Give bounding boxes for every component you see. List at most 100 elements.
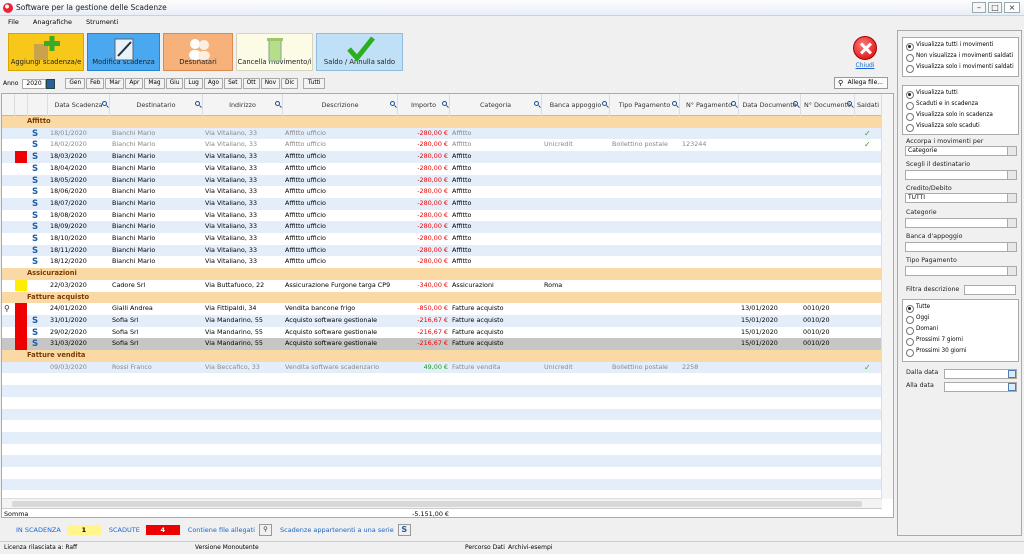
month-button-mag[interactable]: Mag — [144, 78, 165, 89]
due-filter-radio-0[interactable]: Visualizza tutti — [903, 88, 1018, 99]
month-button-giu[interactable]: Giu — [165, 78, 184, 89]
bank-select[interactable] — [905, 242, 1017, 252]
delete-button[interactable]: Cancella movimento/i — [236, 33, 313, 71]
attach-file-button[interactable]: ⚲ Allega file... — [834, 77, 888, 89]
period-radio-2[interactable]: Domani — [903, 324, 1018, 335]
search-icon[interactable] — [275, 101, 280, 106]
group-select[interactable]: Categorie — [905, 146, 1017, 156]
series-icon[interactable]: S — [32, 140, 40, 150]
calendar-icon[interactable] — [1008, 383, 1016, 391]
search-icon[interactable] — [847, 101, 852, 106]
month-button-gen[interactable]: Gen — [65, 78, 86, 89]
menu-strumenti[interactable]: Strumenti — [86, 18, 118, 26]
table-row[interactable]: S 18/11/2020 Bianchi Mario Via Vitaliano, 3… — [2, 244, 882, 257]
minimize-button[interactable]: – — [972, 2, 986, 13]
search-icon[interactable] — [534, 101, 539, 106]
month-button-nov[interactable]: Nov — [260, 78, 281, 89]
month-button-ago[interactable]: Ago — [203, 78, 224, 89]
dest-select[interactable] — [905, 170, 1017, 180]
table-row[interactable]: S 18/05/2020 Bianchi Mario Via Vitaliano, 3… — [2, 174, 882, 187]
due-filter-radio-2[interactable]: Visualizza solo in scadenza — [903, 110, 1018, 121]
table-row[interactable]: 09/03/2020 Rossi Franco Via Beccafico, 33 V… — [2, 361, 882, 374]
category-select[interactable] — [905, 218, 1017, 228]
header-importo[interactable]: Importo — [398, 94, 450, 116]
view-radio-0[interactable]: Visualizza tutti i movimenti — [903, 40, 1018, 51]
close-app-button[interactable]: Chiudi — [850, 36, 880, 69]
series-icon[interactable]: S — [32, 152, 40, 162]
paperclip-icon[interactable]: ⚲ — [4, 303, 10, 315]
search-icon[interactable] — [793, 101, 798, 106]
series-icon[interactable]: S — [32, 316, 40, 326]
header-data-documento[interactable]: Data Documento — [739, 94, 801, 116]
month-button-apr[interactable]: Apr — [125, 78, 144, 89]
calendar-icon[interactable] — [1008, 370, 1016, 378]
series-icon[interactable]: S — [32, 339, 40, 349]
table-row[interactable]: S 18/10/2020 Bianchi Mario Via Vitaliano, 3… — [2, 233, 882, 245]
credit-select[interactable]: TUTTI — [905, 193, 1017, 203]
menu-file[interactable]: File — [8, 18, 19, 26]
series-icon[interactable]: S — [32, 257, 40, 267]
table-row[interactable]: S 18/07/2020 Bianchi Mario Via Vitaliano, 3… — [2, 197, 882, 210]
year-select[interactable]: 2020 — [22, 78, 47, 89]
search-icon[interactable] — [602, 101, 607, 106]
header-categoria[interactable]: Categoria — [450, 94, 542, 116]
period-radio-1[interactable]: Oggi — [903, 313, 1018, 324]
table-row[interactable]: S 18/12/2020 Bianchi Mario Via Vitaliano, 3… — [2, 256, 882, 268]
edit-button[interactable]: Modifica scadenza — [87, 33, 160, 71]
table-row[interactable]: S 18/03/2020 Bianchi Mario Via Vitaliano, 3… — [2, 151, 882, 163]
header-destinatario[interactable]: Destinatario — [110, 94, 203, 116]
table-row[interactable]: S 31/01/2020 Sofia Srl Via Mandarino, 55 Acq… — [2, 314, 882, 327]
header-n-pagamento[interactable]: N° Pagamento — [680, 94, 739, 116]
period-radio-3[interactable]: Prossimi 7 giorni — [903, 335, 1018, 346]
month-button-mar[interactable]: Mar — [105, 78, 125, 89]
table-row[interactable]: ⚲ 24/01/2020 Gialli Andrea Via Fittipaldi, … — [2, 303, 882, 315]
payment-type-select[interactable] — [905, 266, 1017, 276]
series-icon[interactable]: S — [32, 328, 40, 338]
month-all-button[interactable]: Tutti — [303, 78, 326, 89]
table-row[interactable]: S 18/02/2020 Bianchi Mario Via Vitaliano, 3… — [2, 139, 882, 151]
series-icon[interactable]: S — [32, 211, 40, 221]
desc-filter-input[interactable] — [964, 285, 1016, 295]
search-icon[interactable] — [731, 101, 736, 106]
series-icon[interactable]: S — [32, 176, 40, 186]
close-window-button[interactable]: × — [1004, 2, 1020, 13]
table-row[interactable]: 22/03/2020 Cadore Srl Via Buttafuoco, 22 As… — [2, 279, 882, 292]
table-row[interactable]: S 18/06/2020 Bianchi Mario Via Vitaliano, 3… — [2, 186, 882, 198]
view-radio-1[interactable]: Non visualizza i movimenti saldati — [903, 51, 1018, 62]
series-icon[interactable]: S — [32, 222, 40, 232]
header-tipo-pagamento[interactable]: Tipo Pagamento — [610, 94, 680, 116]
header-indirizzo[interactable]: Indirizzo — [203, 94, 283, 116]
header-banca-appoggio[interactable]: Banca appoggio — [542, 94, 610, 116]
series-icon[interactable]: S — [32, 234, 40, 244]
search-icon[interactable] — [102, 101, 107, 106]
table-row[interactable]: S 18/01/2020 Bianchi Mario Via Vitaliano, 3… — [2, 127, 882, 140]
series-icon[interactable]: S — [32, 164, 40, 174]
search-icon[interactable] — [390, 101, 395, 106]
month-button-lug[interactable]: Lug — [184, 78, 203, 89]
table-row[interactable]: S 29/02/2020 Sofia Srl Via Mandarino, 55 Acq… — [2, 326, 882, 339]
from-date-input[interactable] — [944, 369, 1017, 379]
maximize-button[interactable]: □ — [988, 2, 1002, 13]
to-date-input[interactable] — [944, 382, 1017, 392]
vertical-scrollbar[interactable] — [881, 94, 893, 499]
table-row[interactable]: S 18/04/2020 Bianchi Mario Via Vitaliano, 3… — [2, 163, 882, 175]
settle-button[interactable]: Saldo / Annulla saldo — [316, 33, 403, 71]
series-icon[interactable]: S — [32, 246, 40, 256]
recipients-button[interactable]: Destinatari — [163, 33, 233, 71]
year-dropdown-icon[interactable] — [46, 78, 56, 89]
series-icon[interactable]: S — [32, 187, 40, 197]
due-filter-radio-1[interactable]: Scaduti e in scadenza — [903, 99, 1018, 110]
period-radio-4[interactable]: Prossimi 30 giorni — [903, 346, 1018, 357]
header-saldati[interactable]: Saldati — [855, 94, 882, 116]
month-button-set[interactable]: Set — [224, 78, 242, 89]
period-radio-0[interactable]: Tutte — [903, 302, 1018, 313]
header-descrizione[interactable]: Descrizione — [283, 94, 398, 116]
horizontal-scrollbar[interactable] — [2, 498, 882, 508]
menu-anagrafiche[interactable]: Anagrafiche — [33, 18, 72, 26]
header-data-scadenza[interactable]: Data Scadenza — [48, 94, 110, 116]
add-button[interactable]: Aggiungi scadenza/e — [8, 33, 84, 71]
search-icon[interactable] — [672, 101, 677, 106]
header-n-documento[interactable]: N° Documento — [801, 94, 855, 116]
series-icon[interactable]: S — [32, 129, 40, 139]
month-button-ott[interactable]: Ott — [242, 78, 260, 89]
